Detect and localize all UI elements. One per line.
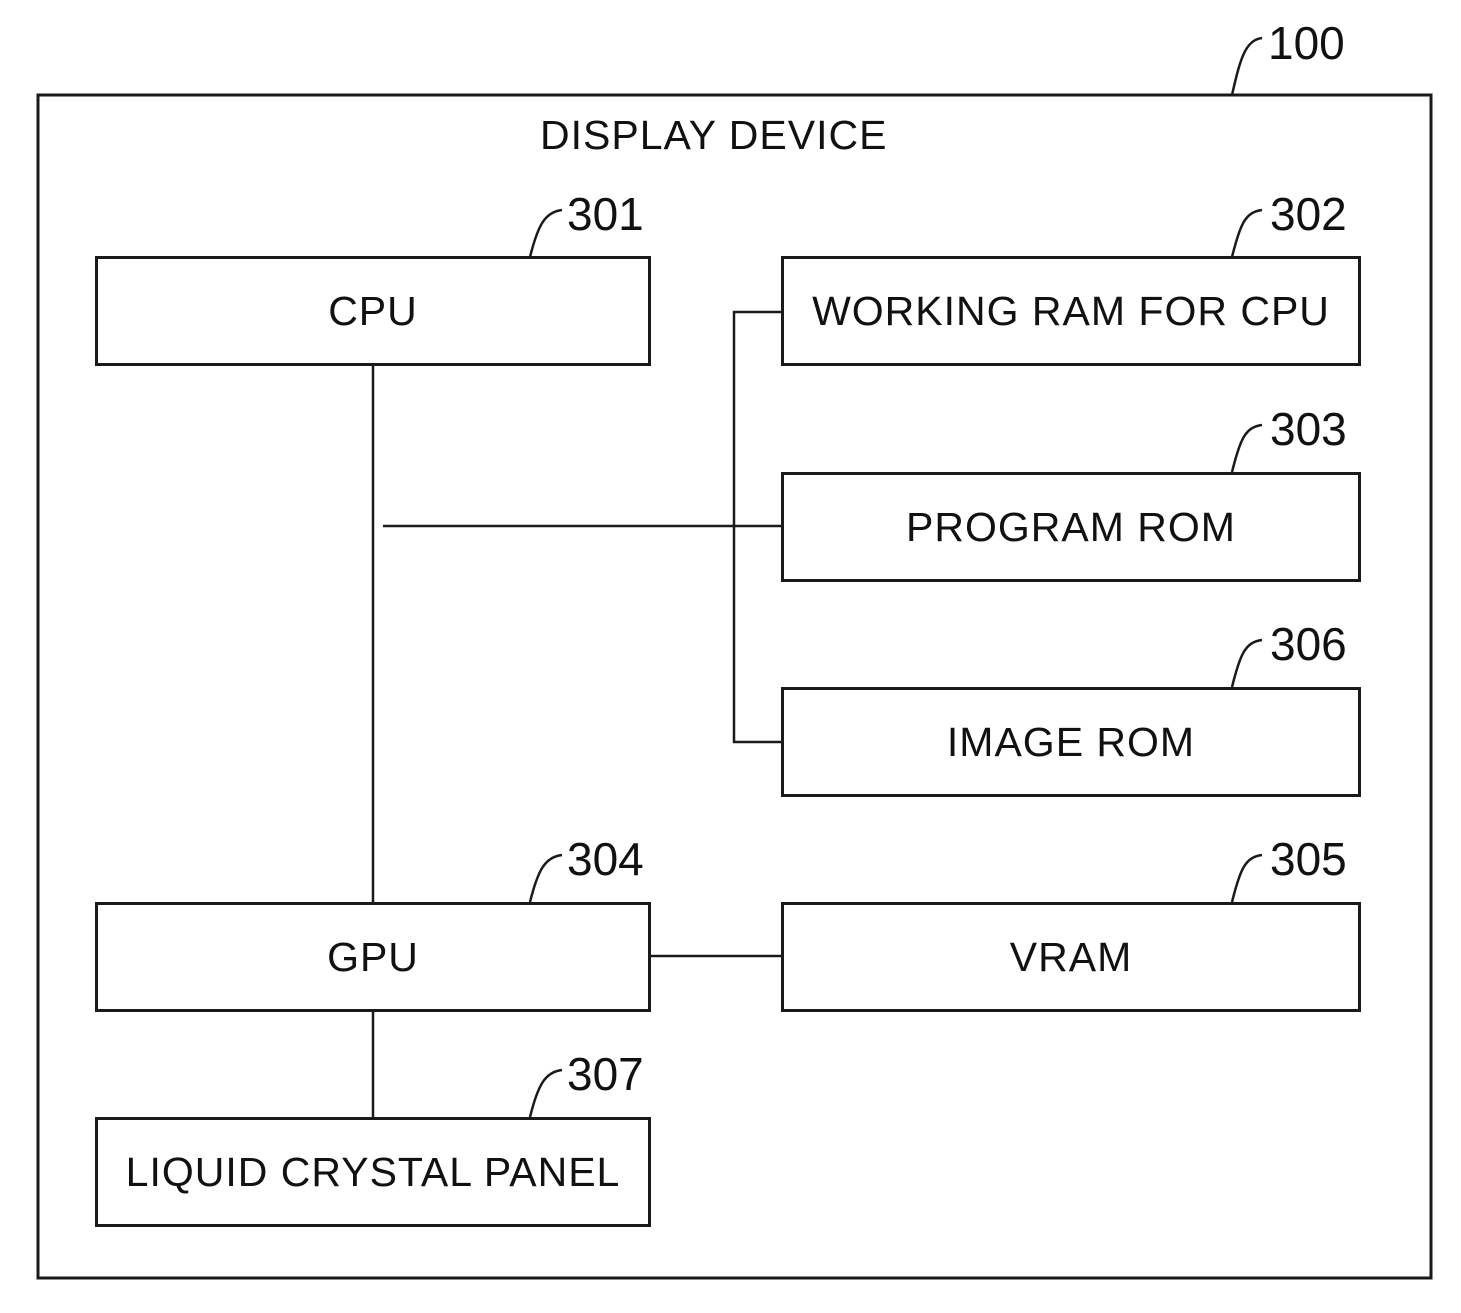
program-rom-block: PROGRAM ROM (781, 472, 1361, 582)
lcp-ref: 307 (567, 1048, 644, 1100)
gpu-label: GPU (327, 933, 419, 980)
working-ram-block: WORKING RAM FOR CPU (781, 256, 1361, 366)
leader-307 (528, 1068, 563, 1118)
gpu-ref: 304 (567, 833, 644, 885)
image-rom-ref: 306 (1270, 618, 1347, 670)
vram-ref: 305 (1270, 833, 1347, 885)
program-rom-label: PROGRAM ROM (906, 503, 1236, 550)
device-ref: 100 (1268, 17, 1345, 69)
liquid-crystal-panel-block: LIQUID CRYSTAL PANEL (95, 1117, 651, 1227)
program-rom-ref: 303 (1270, 403, 1347, 455)
wram-ref: 302 (1270, 188, 1347, 240)
image-rom-label: IMAGE ROM (946, 718, 1196, 765)
leader-100 (1230, 36, 1263, 96)
gpu-block: GPU (95, 902, 651, 1012)
cpu-block: CPU (95, 256, 651, 366)
leader-302 (1230, 208, 1263, 258)
leader-306 (1230, 638, 1263, 688)
image-rom-block: IMAGE ROM (781, 687, 1361, 797)
cpu-label: CPU (328, 287, 418, 334)
vram-label: VRAM (1009, 933, 1133, 980)
working-ram-label: WORKING RAM FOR CPU (812, 287, 1330, 334)
leader-305 (1230, 853, 1263, 903)
liquid-crystal-panel-label: LIQUID CRYSTAL PANEL (125, 1148, 621, 1195)
device-title: DISPLAY DEVICE (540, 112, 888, 158)
vram-block: VRAM (781, 902, 1361, 1012)
leader-301 (528, 208, 563, 258)
cpu-ref: 301 (567, 188, 644, 240)
leader-303 (1230, 423, 1263, 473)
leader-304 (528, 853, 563, 903)
